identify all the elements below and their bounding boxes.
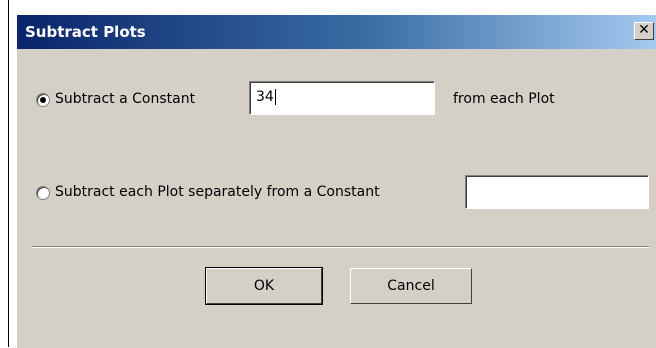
- close-icon: ✕: [638, 22, 650, 38]
- subtract-constant-label: Subtract a Constant: [55, 91, 196, 107]
- constant-value-input[interactable]: 34: [249, 81, 435, 115]
- ok-button[interactable]: OK: [205, 267, 323, 305]
- cancel-button[interactable]: Cancel: [350, 268, 472, 304]
- subtract-separately-radio[interactable]: [36, 186, 50, 200]
- from-each-plot-label: from each Plot: [453, 91, 555, 107]
- close-button[interactable]: ✕: [634, 22, 654, 40]
- subtract-separately-label: Subtract each Plot separately from a Con…: [55, 184, 380, 200]
- title-bar[interactable]: Subtract Plots ✕: [17, 15, 656, 49]
- dialog-title: Subtract Plots: [25, 23, 146, 41]
- background-border-line: [8, 0, 9, 347]
- constant-value-text: 34: [256, 89, 274, 105]
- separator-line: [32, 246, 649, 248]
- subtract-constant-radio[interactable]: [36, 93, 50, 107]
- subtract-plots-dialog: Subtract Plots ✕ Subtract a Constant 34 …: [16, 14, 656, 348]
- separately-constant-input[interactable]: [465, 175, 649, 209]
- text-caret: [274, 89, 276, 105]
